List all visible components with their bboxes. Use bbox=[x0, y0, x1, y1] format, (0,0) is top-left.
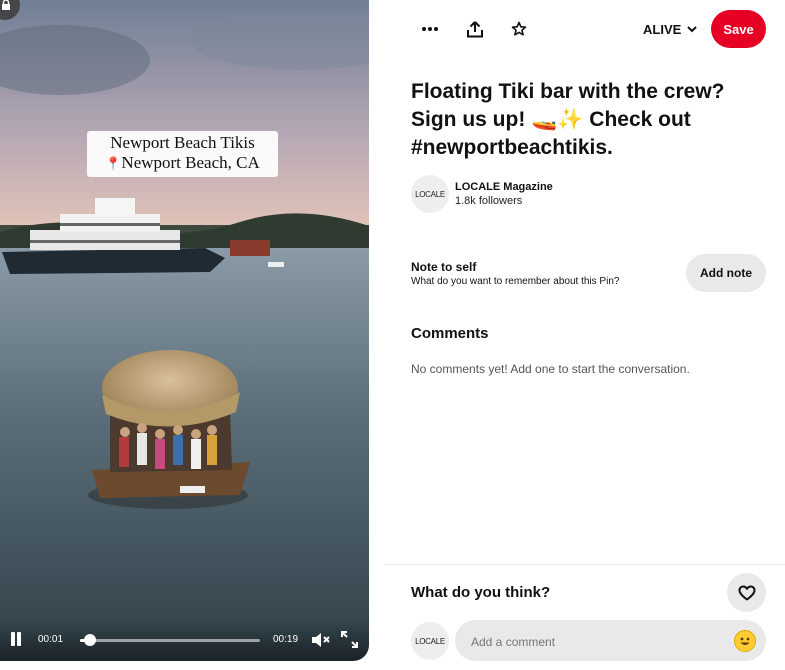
current-time: 00:01 bbox=[38, 634, 64, 645]
star-icon[interactable] bbox=[503, 13, 535, 45]
video-scrubber[interactable] bbox=[80, 634, 260, 646]
feedback-heading: What do you think? bbox=[411, 584, 551, 601]
note-title: Note to self bbox=[411, 260, 477, 274]
comment-input[interactable] bbox=[469, 620, 723, 663]
pin-title: Floating Tiki bar with the crew? Sign us… bbox=[411, 80, 725, 159]
share-icon[interactable] bbox=[459, 13, 491, 45]
video-duration: 00:19 bbox=[273, 634, 299, 645]
save-button[interactable]: Save bbox=[711, 10, 766, 48]
creator-avatar[interactable]: LOCALE bbox=[411, 175, 449, 213]
comment-box[interactable] bbox=[455, 620, 766, 663]
board-name: ALIVE bbox=[643, 21, 682, 37]
user-avatar: LOCALE bbox=[411, 622, 449, 660]
note-subtitle: What do you want to remember about this … bbox=[411, 276, 620, 287]
mute-icon[interactable] bbox=[311, 631, 331, 649]
board-selector[interactable]: ALIVE bbox=[643, 20, 698, 38]
divider bbox=[384, 564, 785, 565]
smiley-icon[interactable] bbox=[734, 630, 756, 652]
creator-name[interactable]: LOCALE Magazine bbox=[455, 181, 553, 193]
comments-empty-text: No comments yet! Add one to start the co… bbox=[411, 362, 690, 376]
pin-toolbar: ALIVE Save bbox=[384, 0, 785, 58]
location-pin-icon: 📍 bbox=[105, 156, 122, 171]
video-caption: Newport Beach Tikis 📍Newport Beach, CA bbox=[87, 131, 278, 177]
add-note-button[interactable]: Add note bbox=[686, 254, 766, 292]
fullscreen-icon[interactable] bbox=[341, 631, 358, 648]
pause-button[interactable] bbox=[9, 632, 23, 648]
caption-line-1: Newport Beach Tikis bbox=[110, 133, 255, 152]
video-controls: 00:01 00:19 bbox=[0, 619, 369, 661]
video-player[interactable]: Newport Beach Tikis 📍Newport Beach, CA 0… bbox=[0, 0, 369, 661]
heart-icon[interactable] bbox=[727, 573, 766, 612]
video-frame bbox=[0, 0, 369, 661]
scrubber-handle[interactable] bbox=[83, 634, 96, 646]
caption-line-2: Newport Beach, CA bbox=[121, 153, 260, 172]
creator-followers: 1.8k followers bbox=[455, 195, 523, 207]
more-icon[interactable] bbox=[414, 13, 446, 45]
chevron-down-icon bbox=[687, 25, 698, 32]
comments-heading: Comments bbox=[411, 325, 489, 342]
